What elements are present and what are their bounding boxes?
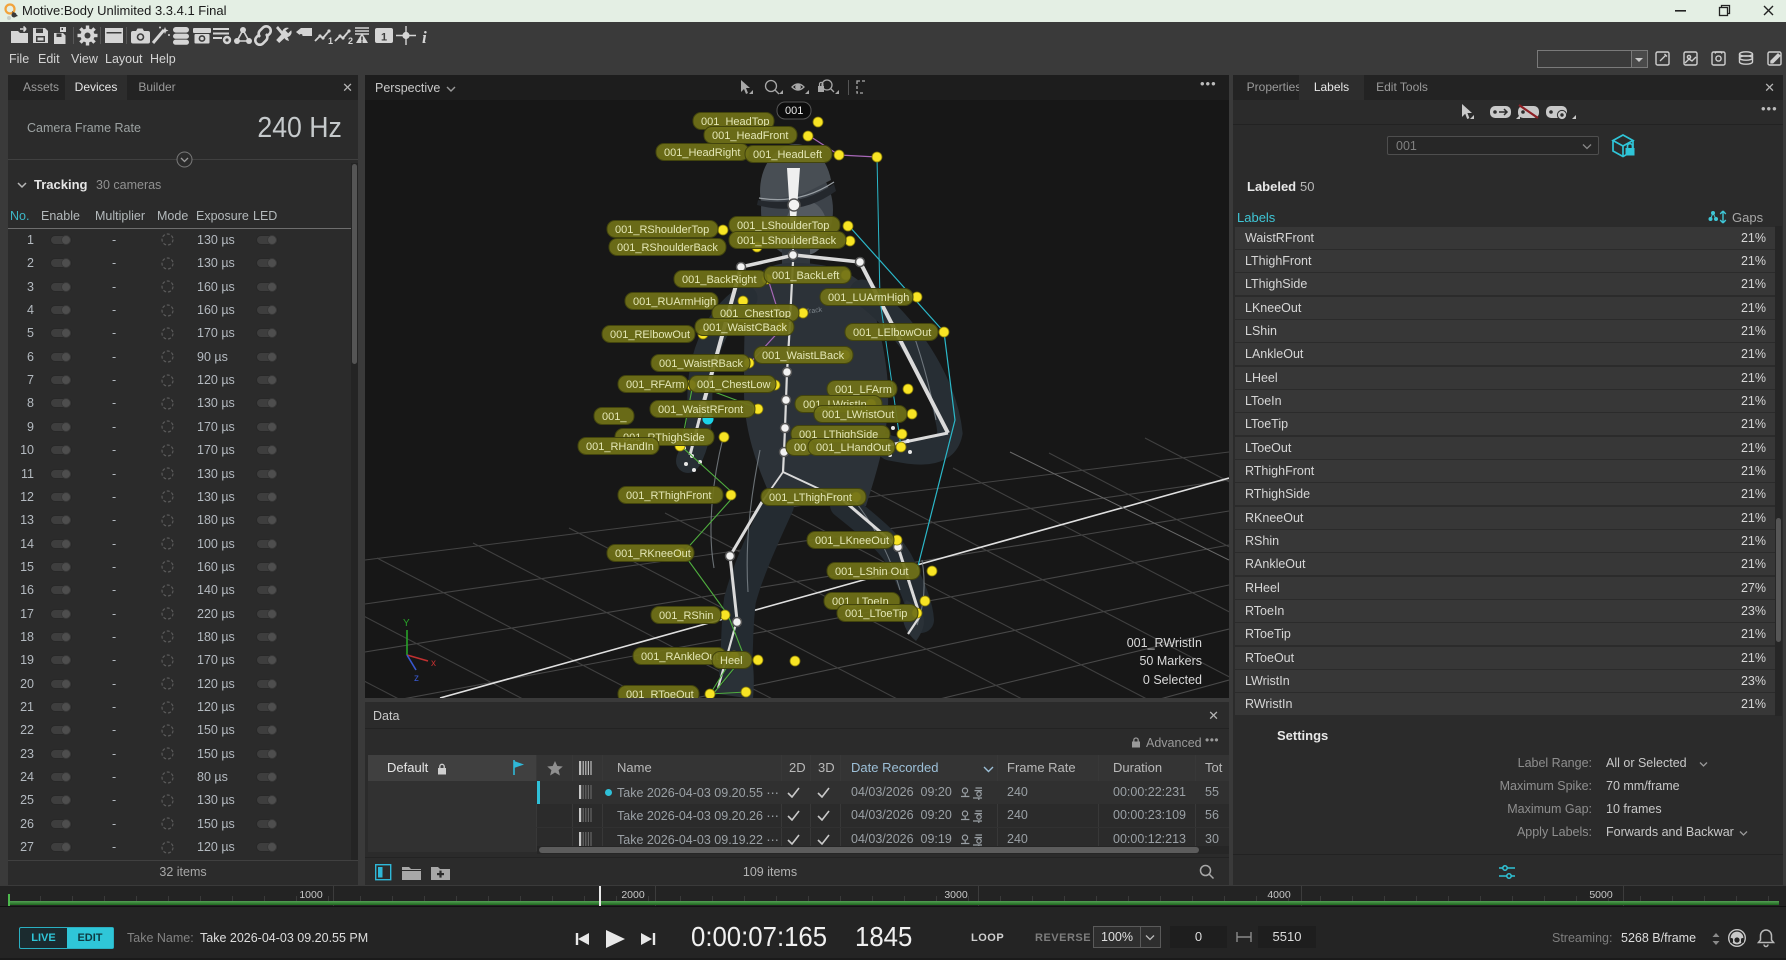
svg-text:001_LThighFront: 001_LThighFront bbox=[769, 492, 852, 504]
svg-text:50 Markers: 50 Markers bbox=[1139, 654, 1202, 668]
svg-text:001_LShin Out: 001_LShin Out bbox=[835, 566, 908, 578]
svg-text:001_LShoulderTop: 001_LShoulderTop bbox=[737, 220, 829, 232]
svg-text:001_HeadFront: 001_HeadFront bbox=[712, 130, 788, 142]
svg-text:001_RElbowOut: 001_RElbowOut bbox=[610, 329, 690, 341]
svg-text:001: 001 bbox=[785, 105, 803, 117]
svg-text:001_WaistRBack: 001_WaistRBack bbox=[659, 358, 743, 370]
svg-text:1: 1 bbox=[328, 36, 333, 46]
svg-text:001_WaistCBack: 001_WaistCBack bbox=[703, 322, 787, 334]
svg-text:001_LUArmHigh: 001_LUArmHigh bbox=[828, 292, 909, 304]
svg-text:001_LShoulderBack: 001_LShoulderBack bbox=[737, 235, 837, 247]
svg-text:001_LKneeOut: 001_LKneeOut bbox=[815, 535, 889, 547]
svg-text:001_LElbowOut: 001_LElbowOut bbox=[853, 327, 931, 339]
svg-text:001_RShin: 001_RShin bbox=[659, 610, 713, 622]
svg-text:i: i bbox=[422, 28, 427, 47]
svg-text:001_RShoulderTop: 001_RShoulderTop bbox=[615, 224, 709, 236]
svg-text:001_RThighFront: 001_RThighFront bbox=[626, 490, 711, 502]
svg-text:001_LHandOut: 001_LHandOut bbox=[816, 442, 891, 454]
svg-text:001_RShoulderBack: 001_RShoulderBack bbox=[617, 242, 718, 254]
svg-text:001_LFArm: 001_LFArm bbox=[835, 384, 892, 396]
svg-text:Heel: Heel bbox=[720, 655, 743, 667]
svg-text:1: 1 bbox=[381, 32, 387, 44]
svg-text:001_RFArm: 001_RFArm bbox=[626, 379, 685, 391]
svg-text:x: x bbox=[431, 658, 436, 669]
svg-text:001_RKneeOut: 001_RKneeOut bbox=[615, 548, 691, 560]
svg-text:001_LWristOut: 001_LWristOut bbox=[822, 409, 894, 421]
svg-text:0 Selected: 0 Selected bbox=[1143, 673, 1202, 687]
svg-text:2: 2 bbox=[348, 36, 353, 46]
svg-text:001_BackRight: 001_BackRight bbox=[682, 274, 757, 286]
svg-text:001_RToeOut: 001_RToeOut bbox=[626, 689, 694, 698]
svg-text:z: z bbox=[414, 673, 419, 684]
svg-text:00: 00 bbox=[794, 442, 806, 454]
svg-text:001_WaistRFront: 001_WaistRFront bbox=[658, 404, 743, 416]
svg-text:001_HeadLeft: 001_HeadLeft bbox=[753, 149, 822, 161]
svg-text:001_RUArmHigh: 001_RUArmHigh bbox=[633, 296, 716, 308]
svg-text:001_RHandIn: 001_RHandIn bbox=[586, 441, 654, 453]
svg-text:001_RAnkleOut: 001_RAnkleOut bbox=[641, 651, 719, 663]
svg-text:001_BackLeft: 001_BackLeft bbox=[772, 270, 839, 282]
svg-text:001_HeadRight: 001_HeadRight bbox=[664, 147, 740, 159]
svg-text:001_ChestLow: 001_ChestLow bbox=[697, 379, 770, 391]
svg-text:001_WaistLBack: 001_WaistLBack bbox=[762, 350, 845, 362]
svg-text:001_: 001_ bbox=[602, 411, 627, 423]
svg-text:Y: Y bbox=[403, 618, 410, 629]
svg-text:001_RWristIn: 001_RWristIn bbox=[1127, 636, 1202, 650]
svg-text:001_LToeTip: 001_LToeTip bbox=[845, 608, 907, 620]
